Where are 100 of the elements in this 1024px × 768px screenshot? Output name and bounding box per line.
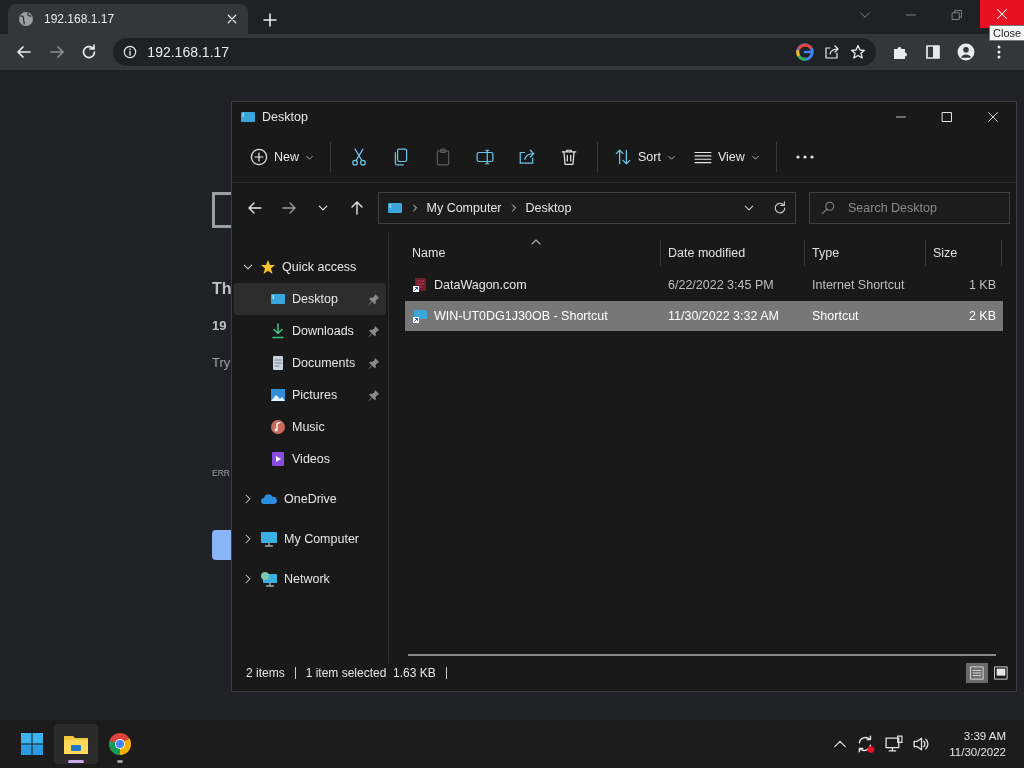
chevron-right-icon: [509, 204, 518, 212]
column-header[interactable]: Size: [926, 240, 1002, 266]
plus-circle-icon: [250, 148, 268, 166]
close-icon: [996, 8, 1008, 20]
nav-item[interactable]: OneDrive: [234, 483, 386, 515]
nav-item[interactable]: Desktop: [234, 283, 386, 315]
desktop-icon: [270, 291, 286, 307]
computer-shortcut-icon: [412, 308, 428, 324]
info-icon: [123, 45, 138, 59]
file-row[interactable]: WIN-UT0DG1J30OB - Shortcut 11/30/2022 3:32 AM Shortcut 2 KB: [405, 301, 1003, 331]
forward-icon[interactable]: [280, 200, 297, 216]
document-icon: [270, 355, 286, 371]
details-view-icon: [970, 666, 984, 680]
more-icon: [795, 155, 814, 159]
forward-icon[interactable]: [48, 44, 65, 60]
view-button[interactable]: View: [685, 141, 768, 173]
download-icon: [270, 323, 286, 339]
nav-item[interactable]: Pictures: [234, 379, 386, 411]
taskbar-app[interactable]: [54, 724, 98, 764]
refresh-icon[interactable]: [773, 201, 787, 215]
nav-item[interactable]: Music: [234, 411, 386, 443]
nav-item[interactable]: Downloads: [234, 315, 386, 347]
copy-icon: [392, 148, 410, 166]
maximize-icon[interactable]: [941, 111, 953, 123]
google-icon[interactable]: [796, 43, 814, 61]
window-title: Desktop: [262, 110, 308, 124]
status-text: 1 item selected 1.63 KB: [305, 666, 436, 680]
search-icon: [821, 201, 835, 215]
sort-icon: [614, 148, 632, 166]
status-text: 2 items: [246, 666, 285, 680]
desktop-icon: [386, 200, 403, 216]
clipboard-icon: [434, 148, 452, 166]
search-field[interactable]: Search Desktop: [809, 192, 1010, 224]
back-icon[interactable]: [16, 44, 33, 60]
chrome-icon: [108, 732, 132, 756]
nav-item[interactable]: Network: [234, 563, 386, 595]
puzzle-icon[interactable]: [892, 44, 909, 60]
size-cell-text: 2 KB: [967, 309, 997, 323]
menu-icon[interactable]: [997, 44, 1002, 60]
close-button[interactable]: [980, 0, 1024, 28]
share-icon: [518, 148, 536, 166]
back-icon[interactable]: [246, 200, 263, 216]
video-icon: [270, 451, 286, 467]
chevron-right-icon: [410, 204, 419, 212]
new-tab-icon[interactable]: [262, 12, 278, 28]
file-name: WIN-UT0DG1J30OB - Shortcut: [434, 309, 608, 323]
restore-icon[interactable]: [951, 9, 963, 21]
web-shortcut-icon: [412, 277, 428, 293]
pin-icon: [368, 325, 380, 337]
cloud-icon: [260, 491, 278, 507]
error-hint: Try: [212, 355, 231, 370]
file-row[interactable]: DataWagon.com 6/22/2022 3:45 PM Internet Shortcut 1 KB: [405, 270, 1003, 300]
date-cell-text: 6/22/2022 3:45 PM: [667, 278, 775, 292]
details-view-button[interactable]: [966, 663, 988, 683]
network-status-icon[interactable]: [885, 735, 904, 753]
scissors-icon: [350, 148, 368, 166]
close-icon[interactable]: [987, 111, 999, 123]
sync-icon[interactable]: [856, 734, 877, 754]
browser-tab[interactable]: 192.168.1.17: [8, 4, 248, 34]
music-icon: [270, 419, 286, 435]
sort-button[interactable]: Sort: [606, 141, 684, 173]
pin-icon: [368, 357, 380, 369]
star-outline-icon[interactable]: [850, 44, 866, 60]
column-header[interactable]: Name: [405, 240, 661, 266]
type-cell-text: Shortcut: [811, 309, 860, 323]
nav-item[interactable]: My Computer: [234, 523, 386, 555]
globe-icon: [18, 11, 34, 27]
share-icon[interactable]: [824, 44, 840, 60]
column-header[interactable]: Date modified: [661, 240, 805, 266]
preview-pane-icon: [994, 666, 1008, 680]
nav-item[interactable]: Quick access: [234, 251, 386, 283]
rename-icon: [476, 148, 494, 166]
column-header[interactable]: Type: [805, 240, 926, 266]
pin-icon: [368, 293, 380, 305]
address-field[interactable]: My Computer Desktop: [377, 192, 796, 224]
volume-icon[interactable]: [912, 735, 931, 753]
close-icon[interactable]: [226, 13, 238, 25]
error-code: ERR: [212, 468, 230, 478]
error-heading: Th: [212, 280, 232, 298]
desktop-icon: [240, 109, 256, 125]
computer-icon: [260, 531, 278, 547]
sort-caret-icon: [531, 239, 541, 245]
scrollbar[interactable]: [408, 654, 996, 656]
address-bar[interactable]: 192.168.1.17: [113, 38, 876, 66]
clock[interactable]: 3:39 AM 11/30/2022: [949, 728, 1006, 760]
nav-item[interactable]: Videos: [234, 443, 386, 475]
picture-icon: [270, 387, 286, 403]
profile-icon[interactable]: [957, 43, 976, 61]
nav-item[interactable]: Documents: [234, 347, 386, 379]
reload-icon[interactable]: [81, 44, 98, 60]
network-icon: [260, 571, 278, 587]
file-name: DataWagon.com: [434, 278, 527, 292]
star-icon: [260, 259, 276, 275]
trash-icon: [560, 148, 578, 166]
error-host: 19: [212, 318, 227, 333]
windows-icon: [20, 732, 44, 756]
new-button[interactable]: New: [242, 141, 322, 173]
side-panel-icon[interactable]: [925, 44, 942, 60]
date-cell-text: 11/30/2022 3:32 AM: [667, 309, 780, 323]
type-cell-text: Internet Shortcut: [811, 278, 906, 292]
